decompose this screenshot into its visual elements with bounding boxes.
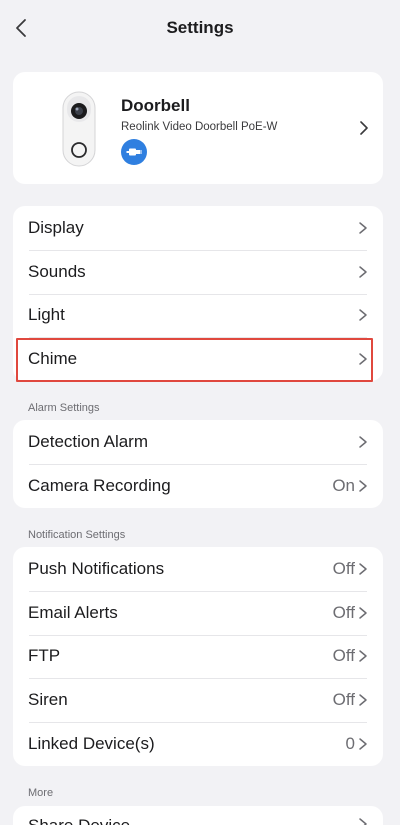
notification-settings-group: Push Notifications Off Email Alerts Off … bbox=[13, 547, 383, 766]
doorbell-device-image bbox=[62, 91, 96, 167]
general-settings-group: Display Sounds Light Chime bbox=[13, 206, 383, 381]
push-notifications-row[interactable]: Push Notifications Off bbox=[13, 547, 383, 591]
chevron-right-icon bbox=[359, 436, 367, 448]
row-label: Push Notifications bbox=[28, 558, 165, 578]
device-card[interactable]: Doorbell Reolink Video Doorbell PoE-W bbox=[13, 72, 383, 184]
sounds-row[interactable]: Sounds bbox=[13, 249, 383, 294]
row-value: Off bbox=[332, 558, 355, 578]
chevron-right-icon bbox=[360, 121, 368, 135]
more-section-label: More bbox=[28, 787, 54, 799]
page-title: Settings bbox=[166, 18, 234, 37]
row-label: Detection Alarm bbox=[28, 431, 148, 451]
device-name: Doorbell bbox=[121, 96, 190, 115]
alarm-settings-group: Detection Alarm Camera Recording On bbox=[13, 420, 383, 508]
row-label: Display bbox=[28, 217, 84, 237]
poe-power-badge bbox=[121, 139, 147, 165]
siren-row[interactable]: Siren Off bbox=[13, 678, 383, 722]
chevron-right-icon bbox=[359, 650, 367, 663]
share-device-row[interactable]: Share Device bbox=[13, 806, 383, 825]
row-value: On bbox=[332, 475, 355, 495]
chevron-right-icon bbox=[359, 265, 367, 278]
light-row[interactable]: Light bbox=[13, 293, 383, 338]
chime-row[interactable]: Chime bbox=[13, 337, 383, 381]
row-label: Siren bbox=[28, 690, 68, 710]
chevron-right-icon bbox=[359, 222, 367, 234]
row-label: Email Alerts bbox=[28, 602, 118, 622]
display-row[interactable]: Display bbox=[13, 206, 383, 250]
alarm-settings-section-label: Alarm Settings bbox=[28, 402, 100, 414]
detection-alarm-row[interactable]: Detection Alarm bbox=[13, 420, 383, 464]
row-label: Light bbox=[28, 305, 65, 325]
row-value: Off bbox=[332, 646, 355, 666]
camera-recording-row[interactable]: Camera Recording On bbox=[13, 463, 383, 508]
chevron-right-icon bbox=[359, 563, 367, 575]
chevron-right-icon bbox=[359, 818, 367, 825]
row-label: Share Device bbox=[28, 816, 130, 825]
row-label: FTP bbox=[28, 646, 61, 666]
chevron-right-icon bbox=[359, 606, 367, 619]
row-value: Off bbox=[332, 602, 355, 622]
nav-bar: Settings bbox=[0, 0, 400, 58]
chevron-right-icon bbox=[359, 738, 367, 750]
linked-devices-row[interactable]: Linked Device(s) 0 bbox=[13, 722, 383, 766]
chevron-right-icon bbox=[359, 694, 367, 706]
chevron-right-icon bbox=[359, 353, 367, 365]
row-value: Off bbox=[332, 690, 355, 710]
chevron-right-icon bbox=[359, 309, 367, 322]
more-group: Share Device bbox=[13, 806, 383, 825]
row-label: Camera Recording bbox=[28, 475, 171, 495]
ftp-row[interactable]: FTP Off bbox=[13, 634, 383, 679]
row-value: 0 bbox=[345, 733, 355, 753]
row-label: Linked Device(s) bbox=[28, 733, 155, 753]
chevron-right-icon bbox=[359, 479, 367, 492]
device-model: Reolink Video Doorbell PoE-W bbox=[121, 121, 278, 133]
row-label: Chime bbox=[28, 349, 78, 369]
notification-settings-section-label: Notification Settings bbox=[28, 529, 126, 541]
plug-icon bbox=[126, 148, 142, 156]
email-alerts-row[interactable]: Email Alerts Off bbox=[13, 590, 383, 635]
row-label: Sounds bbox=[28, 261, 86, 281]
